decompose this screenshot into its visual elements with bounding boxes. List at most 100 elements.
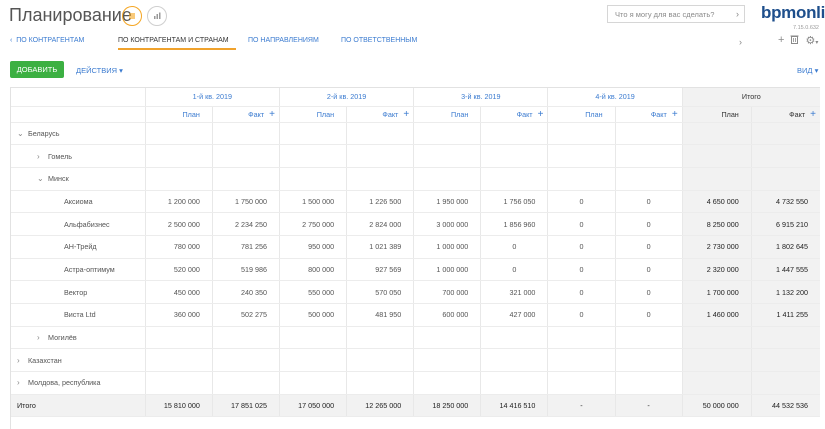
- add-measure-plus-icon[interactable]: +: [269, 109, 275, 120]
- value-cell[interactable]: [480, 371, 549, 395]
- value-cell[interactable]: [212, 326, 280, 350]
- value-cell[interactable]: [279, 122, 348, 146]
- view-menu[interactable]: ВИД ▾: [797, 66, 818, 75]
- value-cell[interactable]: 0: [615, 258, 683, 282]
- table-row[interactable]: › Молдова, республика: [11, 371, 820, 395]
- value-cell[interactable]: [413, 371, 482, 395]
- value-cell[interactable]: [615, 167, 683, 191]
- value-cell[interactable]: 1 750 000: [212, 190, 280, 214]
- value-cell[interactable]: [145, 371, 213, 395]
- add-measure-plus-icon[interactable]: +: [538, 109, 544, 120]
- row-label[interactable]: ⌄ Минск: [11, 167, 146, 191]
- value-cell[interactable]: [480, 144, 549, 168]
- value-cell[interactable]: [145, 144, 213, 168]
- row-label[interactable]: АН-Трейд: [11, 235, 146, 259]
- add-measure-plus-icon[interactable]: +: [403, 109, 409, 120]
- value-cell[interactable]: [346, 167, 415, 191]
- value-cell[interactable]: 2 750 000: [279, 212, 348, 236]
- value-cell[interactable]: [413, 144, 482, 168]
- value-cell[interactable]: [615, 348, 683, 373]
- row-label[interactable]: › Молдова, республика: [11, 371, 146, 395]
- value-cell[interactable]: [615, 371, 683, 395]
- value-cell[interactable]: 0: [547, 303, 616, 327]
- value-cell[interactable]: 0: [615, 303, 683, 327]
- value-cell[interactable]: [145, 326, 213, 350]
- table-row[interactable]: Альфабизнес 2 500 000 2 234 250 2 750 000 2 …: [11, 212, 820, 236]
- value-cell[interactable]: 570 050: [346, 280, 415, 304]
- value-cell[interactable]: 0: [615, 212, 683, 236]
- chevron-right-icon[interactable]: ›: [736, 9, 739, 19]
- trash-icon[interactable]: [790, 34, 799, 47]
- value-cell[interactable]: 0: [547, 190, 616, 214]
- value-cell[interactable]: [346, 371, 415, 395]
- period-header[interactable]: 1-й кв. 2019: [145, 88, 280, 107]
- table-row[interactable]: › Могилёв: [11, 326, 820, 350]
- row-label[interactable]: Астра-оптимум: [11, 258, 146, 282]
- value-cell[interactable]: 1 756 050: [480, 190, 549, 214]
- value-cell[interactable]: 321 000: [480, 280, 549, 304]
- value-cell[interactable]: 519 986: [212, 258, 280, 282]
- value-cell[interactable]: [346, 348, 415, 373]
- value-cell[interactable]: 1 856 960: [480, 212, 549, 236]
- value-cell[interactable]: [212, 122, 280, 146]
- value-cell[interactable]: [547, 144, 616, 168]
- value-cell[interactable]: [547, 348, 616, 373]
- value-cell[interactable]: [346, 144, 415, 168]
- value-cell[interactable]: 600 000: [413, 303, 482, 327]
- value-cell[interactable]: 2 500 000: [145, 212, 213, 236]
- value-cell[interactable]: [547, 122, 616, 146]
- value-cell[interactable]: [145, 122, 213, 146]
- tab-by-directions[interactable]: ПО НАПРАВЛЕНИЯМ: [248, 37, 319, 44]
- tab-by-owners[interactable]: ПО ОТВЕТСТВЕННЫМ: [341, 37, 417, 44]
- value-cell[interactable]: [279, 371, 348, 395]
- value-cell[interactable]: 0: [480, 258, 549, 282]
- period-header[interactable]: 2-й кв. 2019: [279, 88, 415, 107]
- value-cell[interactable]: [480, 122, 549, 146]
- value-cell[interactable]: [413, 326, 482, 350]
- value-cell[interactable]: 481 950: [346, 303, 415, 327]
- table-row[interactable]: ⌄ Минск: [11, 167, 820, 191]
- value-cell[interactable]: 950 000: [279, 235, 348, 259]
- value-cell[interactable]: [212, 167, 280, 191]
- value-cell[interactable]: 427 000: [480, 303, 549, 327]
- chevron-right-icon[interactable]: ›: [17, 356, 23, 365]
- value-cell[interactable]: 0: [547, 258, 616, 282]
- value-cell[interactable]: [346, 122, 415, 146]
- period-header[interactable]: 3-й кв. 2019: [413, 88, 549, 107]
- value-cell[interactable]: 0: [547, 212, 616, 236]
- gear-icon[interactable]: ⚙▾: [805, 34, 818, 47]
- value-cell[interactable]: 927 569: [346, 258, 415, 282]
- table-row[interactable]: ⌄ Беларусь: [11, 122, 820, 146]
- search-input[interactable]: Что я могу для вас сделать? ›: [607, 5, 745, 23]
- value-cell[interactable]: 0: [615, 235, 683, 259]
- period-header[interactable]: 4-й кв. 2019: [547, 88, 683, 107]
- row-label[interactable]: › Гомель: [11, 144, 146, 168]
- value-cell[interactable]: [480, 167, 549, 191]
- value-cell[interactable]: 550 000: [279, 280, 348, 304]
- value-cell[interactable]: 800 000: [279, 258, 348, 282]
- value-cell[interactable]: [615, 144, 683, 168]
- value-cell[interactable]: 1 950 000: [413, 190, 482, 214]
- value-cell[interactable]: [615, 122, 683, 146]
- row-label[interactable]: Аксиома: [11, 190, 146, 214]
- value-cell[interactable]: 0: [615, 280, 683, 304]
- value-cell[interactable]: 1 000 000: [413, 258, 482, 282]
- table-row[interactable]: Вектор 450 000 240 350 550 000 570 050 700 00…: [11, 280, 820, 304]
- value-cell[interactable]: 2 234 250: [212, 212, 280, 236]
- value-cell[interactable]: 3 000 000: [413, 212, 482, 236]
- table-row[interactable]: Аксиома 1 200 000 1 750 000 1 500 000 1 226 …: [11, 190, 820, 214]
- value-cell[interactable]: [346, 326, 415, 350]
- value-cell[interactable]: [547, 326, 616, 350]
- value-cell[interactable]: [145, 348, 213, 373]
- value-cell[interactable]: 1 021 389: [346, 235, 415, 259]
- value-cell[interactable]: [279, 326, 348, 350]
- chevron-down-icon[interactable]: ⌄: [37, 174, 44, 183]
- tab-by-accounts-countries[interactable]: ПО КОНТРАГЕНТАМ И СТРАНАМ: [118, 37, 229, 44]
- row-label[interactable]: ⌄ Беларусь: [11, 122, 146, 146]
- list-view-button[interactable]: [122, 6, 142, 26]
- chevron-right-icon[interactable]: ›: [739, 37, 742, 47]
- value-cell[interactable]: [212, 371, 280, 395]
- value-cell[interactable]: 700 000: [413, 280, 482, 304]
- chevron-right-icon[interactable]: ›: [17, 378, 23, 387]
- value-cell[interactable]: 1 226 500: [346, 190, 415, 214]
